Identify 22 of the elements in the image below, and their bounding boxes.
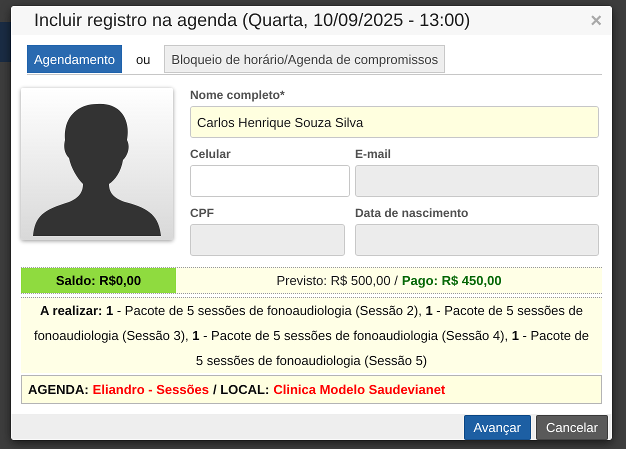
paid-amount: Pago: R$ 450,00 xyxy=(402,273,502,288)
tab[interactable]: Agendamento xyxy=(27,45,122,74)
agenda-value: Eliandro - Sessões xyxy=(92,382,209,398)
input-field[interactable]: Carlos Henrique Souza Silva xyxy=(190,106,599,138)
next-button[interactable]: Avançar xyxy=(464,414,531,440)
tab[interactable]: Bloqueio de horário/Agenda de compromissos xyxy=(164,45,446,74)
background-header-bar xyxy=(0,22,11,62)
balance-label: Saldo: R$0,00 xyxy=(21,268,176,294)
expected-amount: Previsto: R$ 500,00 / xyxy=(276,273,398,288)
cancel-button[interactable]: Cancelar xyxy=(536,414,608,440)
dialog-title: Incluir registro na agenda (Quarta, 10/09/2025 - 13:00) xyxy=(34,10,470,32)
agenda-value: Clinica Modelo Saudevianet xyxy=(273,382,446,398)
field-label: CPF xyxy=(190,206,215,220)
field-label: Nome completo* xyxy=(190,88,286,102)
field-label: Data de nascimento xyxy=(355,206,470,220)
agenda-label: / LOCAL: xyxy=(213,382,270,398)
field-label: E-mail xyxy=(355,147,392,162)
pending-sessions-text: A realizar: 1 - Pacote de 5 sessões de fonoaudiologia (Sessão 2), 1 - Pacote de 5 sessões de fonoaudiologia (Sessão 3), 1 - Pacote de 5 sessões de fonoaudiologia (Sessão 4), 1 - Pacote de 5 sessões de fonoaudiologia (Sessão 5) xyxy=(21,297,602,374)
agenda-label: AGENDA: xyxy=(28,382,89,398)
field-label: Celular xyxy=(190,147,232,162)
input-field[interactable] xyxy=(190,165,350,198)
tab-separator: ou xyxy=(134,50,152,69)
